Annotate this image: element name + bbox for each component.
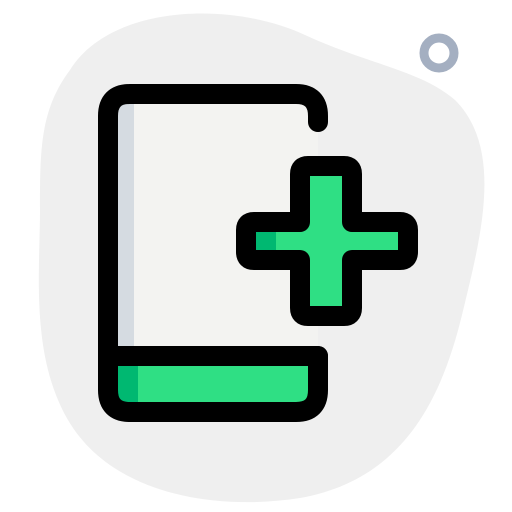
mobile-add-icon [38, 13, 485, 503]
icon-canvas [0, 0, 512, 512]
decor-ring-icon [419, 33, 459, 73]
